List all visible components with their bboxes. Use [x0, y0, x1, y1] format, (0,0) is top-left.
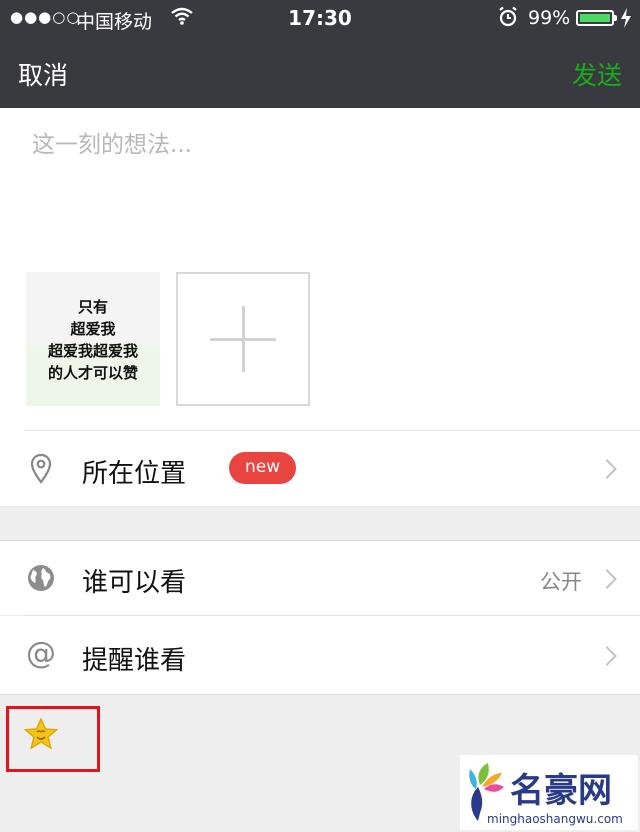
photo-line: 的人才可以赞	[47, 364, 138, 382]
mention-row[interactable]: @ 提醒谁看	[0, 616, 640, 694]
chevron-right-icon	[597, 646, 617, 666]
location-label: 所在位置	[82, 459, 187, 489]
watermark-url: minghaoshangwu.com	[487, 812, 623, 826]
watermark-title: 名豪网	[510, 771, 612, 811]
new-badge: new	[229, 452, 297, 484]
top-bar: ●●●○○ 中国移动 17:30 99% 取消 发送	[0, 0, 640, 108]
chevron-right-icon	[597, 569, 617, 589]
status-bar: ●●●○○ 中国移动 17:30 99%	[0, 0, 640, 36]
thought-input[interactable]	[32, 132, 592, 158]
chevron-right-icon	[597, 459, 617, 479]
battery-percent: 99%	[528, 7, 571, 29]
mention-label: 提醒谁看	[82, 646, 187, 676]
photo-caption: 只有 超爱我 超爱我超爱我 的人才可以赞	[26, 296, 160, 384]
send-button[interactable]: 发送	[572, 56, 622, 92]
alarm-icon	[498, 6, 518, 33]
photo-line: 只有	[77, 298, 108, 316]
visibility-value: 公开	[540, 570, 582, 594]
photo-thumbnail[interactable]: 只有 超爱我 超爱我超爱我 的人才可以赞	[26, 272, 160, 406]
location-row[interactable]: 所在位置 new	[0, 431, 640, 506]
visibility-row[interactable]: 谁可以看 公开	[0, 541, 640, 615]
photo-line: 超爱我	[70, 320, 116, 338]
watermark: 名豪网 minghaoshangwu.com	[460, 755, 638, 830]
add-photo-button[interactable]	[176, 272, 310, 406]
battery-icon	[576, 10, 617, 26]
divider	[0, 694, 640, 695]
charging-icon	[620, 8, 632, 32]
photo-line: 超爱我超爱我	[47, 342, 138, 360]
globe-icon	[27, 564, 55, 596]
visibility-label: 谁可以看	[82, 568, 187, 598]
star-face-icon[interactable]	[23, 717, 59, 754]
location-pin-icon	[30, 453, 52, 489]
cancel-button[interactable]: 取消	[18, 56, 68, 92]
at-icon: @	[26, 636, 56, 671]
